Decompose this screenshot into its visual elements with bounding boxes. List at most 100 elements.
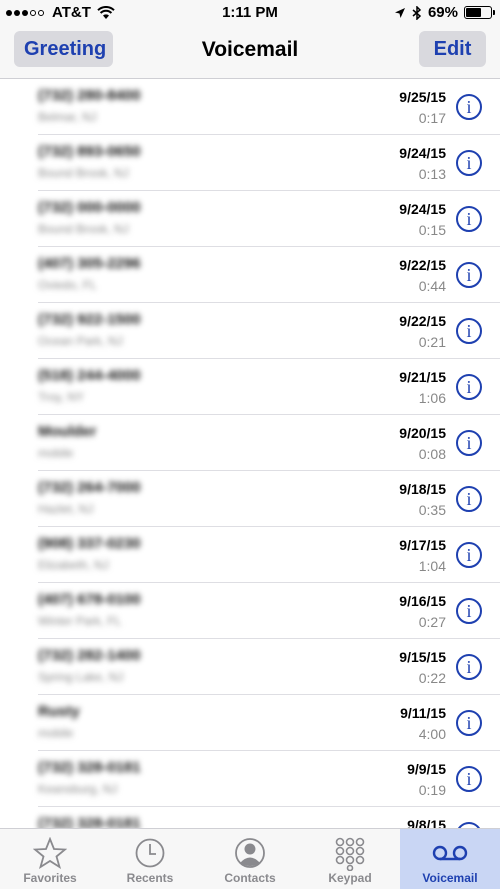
voicemail-row[interactable]: (908) 337-0230 Elizabeth, NJ 9/17/15 1:04 i	[0, 527, 500, 583]
caller-name: (732) 922-1500	[38, 311, 141, 328]
tab-contacts[interactable]: Contacts	[200, 829, 300, 889]
voicemail-duration: 0:19	[418, 782, 446, 798]
tab-label: Voicemail	[422, 871, 478, 885]
status-bar: AT&T 1:11 PM 69%	[0, 0, 500, 26]
info-icon[interactable]: i	[456, 766, 482, 792]
tab-bar: Favorites Recents Contacts Keypad Voicem…	[0, 828, 500, 889]
voicemail-list[interactable]: (732) 280-8400 Belmar, NJ 9/25/15 0:17 i (732…	[0, 79, 500, 829]
caller-name: Moulder	[38, 423, 97, 440]
bluetooth-icon	[412, 5, 422, 20]
keypad-icon	[335, 837, 365, 871]
voicemail-row[interactable]: (732) 280-8400 Belmar, NJ 9/25/15 0:17 i	[0, 79, 500, 135]
voicemail-date: 9/17/15	[399, 537, 446, 553]
voicemail-date: 9/21/15	[399, 369, 446, 385]
info-icon[interactable]: i	[456, 710, 482, 736]
voicemail-duration: 0:15	[418, 222, 446, 238]
location-arrow-icon	[394, 7, 405, 18]
info-icon[interactable]: i	[456, 150, 482, 176]
tab-label: Keypad	[328, 871, 372, 885]
voicemail-duration: 1:04	[418, 558, 446, 574]
caller-name: (732) 328-0181	[38, 815, 141, 829]
info-icon[interactable]: i	[456, 94, 482, 120]
voicemail-row[interactable]: (732) 328-0181 Keansburg, NJ 9/9/15 0:19 i	[0, 751, 500, 807]
voicemail-date: 9/22/15	[399, 313, 446, 329]
voicemail-row[interactable]: (518) 244-4000 Troy, NY 9/21/15 1:06 i	[0, 359, 500, 415]
tab-label: Recents	[126, 871, 174, 885]
info-icon[interactable]: i	[456, 206, 482, 232]
voicemail-row[interactable]: (732) 000-0000 Bound Brook, NJ 9/24/15 0:15…	[0, 191, 500, 247]
info-icon[interactable]: i	[456, 598, 482, 624]
voicemail-duration: 0:27	[418, 614, 446, 630]
caller-location: Bound Brook, NJ	[38, 166, 129, 180]
voicemail-duration: 0:35	[418, 502, 446, 518]
voicemail-date: 9/24/15	[399, 145, 446, 161]
caller-location: Ocean Park, NJ	[38, 334, 123, 348]
info-icon[interactable]: i	[456, 542, 482, 568]
voicemail-date: 9/22/15	[399, 257, 446, 273]
caller-location: Winter Park, FL	[38, 614, 122, 628]
info-icon[interactable]: i	[456, 318, 482, 344]
caller-location: Belmar, NJ	[38, 110, 97, 124]
clock-icon	[135, 838, 165, 868]
caller-name: (732) 893-0650	[38, 143, 141, 160]
voicemail-row[interactable]: (407) 305-2296 Oviedo, FL 9/22/15 0:44 i	[0, 247, 500, 303]
voicemail-duration: 0:44	[418, 278, 446, 294]
battery-percent: 69%	[427, 4, 458, 21]
voicemail-date: 9/11/15	[400, 705, 446, 721]
caller-location: Troy, NY	[38, 390, 85, 404]
voicemail-date: 9/20/15	[399, 425, 446, 441]
voicemail-row[interactable]: (732) 328-0181Keansburg, NJ9/8/15i	[0, 807, 500, 829]
tab-keypad[interactable]: Keypad	[300, 829, 400, 889]
tab-label: Favorites	[23, 871, 77, 885]
info-icon[interactable]: i	[456, 430, 482, 456]
info-icon[interactable]: i	[456, 374, 482, 400]
info-icon[interactable]: i	[456, 486, 482, 512]
caller-location: Keansburg, NJ	[38, 782, 118, 796]
caller-location: Bound Brook, NJ	[38, 222, 129, 236]
caller-name: (908) 337-0230	[38, 535, 141, 552]
voicemail-icon	[432, 845, 468, 861]
voicemail-row[interactable]: (732) 893-0650 Bound Brook, NJ 9/24/15 0:13…	[0, 135, 500, 191]
caller-location: mobile	[38, 726, 74, 740]
voicemail-duration: 0:22	[418, 670, 446, 686]
caller-name: (407) 305-2296	[38, 255, 141, 272]
voicemail-row[interactable]: Moulder mobile 9/20/15 0:08 i	[0, 415, 500, 471]
voicemail-duration: 0:13	[418, 166, 446, 182]
caller-location: Hazlet, NJ	[38, 502, 94, 516]
voicemail-row[interactable]: (732) 922-1500 Ocean Park, NJ 9/22/15 0:21 i	[0, 303, 500, 359]
voicemail-duration: 0:21	[418, 334, 446, 350]
tab-favorites[interactable]: Favorites	[0, 829, 100, 889]
voicemail-row[interactable]: (732) 264-7000 Hazlet, NJ 9/18/15 0:35 i	[0, 471, 500, 527]
voicemail-duration: 0:08	[418, 446, 446, 462]
voicemail-row[interactable]: Rusty mobile 9/11/15 4:00 i	[0, 695, 500, 751]
voicemail-date: 9/25/15	[399, 89, 446, 105]
caller-name: (732) 280-8400	[38, 87, 141, 104]
voicemail-date: 9/9/15	[407, 761, 446, 777]
edit-button[interactable]: Edit	[419, 31, 486, 67]
caller-name: (732) 264-7000	[38, 479, 141, 496]
caller-location: mobile	[38, 446, 74, 460]
info-icon[interactable]: i	[456, 262, 482, 288]
caller-name: (518) 244-4000	[38, 367, 141, 384]
contact-icon	[235, 838, 265, 868]
voicemail-duration: 4:00	[418, 726, 446, 742]
tab-voicemail[interactable]: Voicemail	[400, 829, 500, 889]
caller-name: (732) 328-0181	[38, 759, 141, 776]
tab-recents[interactable]: Recents	[100, 829, 200, 889]
caller-location: Elizabeth, NJ	[38, 558, 109, 572]
caller-name: (732) 282-1400	[38, 647, 141, 664]
voicemail-row[interactable]: (732) 282-1400 Spring Lake, NJ 9/15/15 0:22…	[0, 639, 500, 695]
battery-icon	[464, 6, 495, 19]
status-right: 69%	[394, 4, 495, 21]
star-icon	[33, 837, 67, 869]
voicemail-date: 9/24/15	[399, 201, 446, 217]
info-icon[interactable]: i	[456, 654, 482, 680]
caller-name: Rusty	[38, 703, 80, 720]
voicemail-row[interactable]: (407) 678-0100 Winter Park, FL 9/16/15 0:27…	[0, 583, 500, 639]
voicemail-date: 9/18/15	[399, 481, 446, 497]
caller-name: (407) 678-0100	[38, 591, 141, 608]
voicemail-duration: 0:17	[418, 110, 446, 126]
voicemail-date: 9/16/15	[399, 593, 446, 609]
voicemail-date: 9/15/15	[399, 649, 446, 665]
caller-name: (732) 000-0000	[38, 199, 141, 216]
